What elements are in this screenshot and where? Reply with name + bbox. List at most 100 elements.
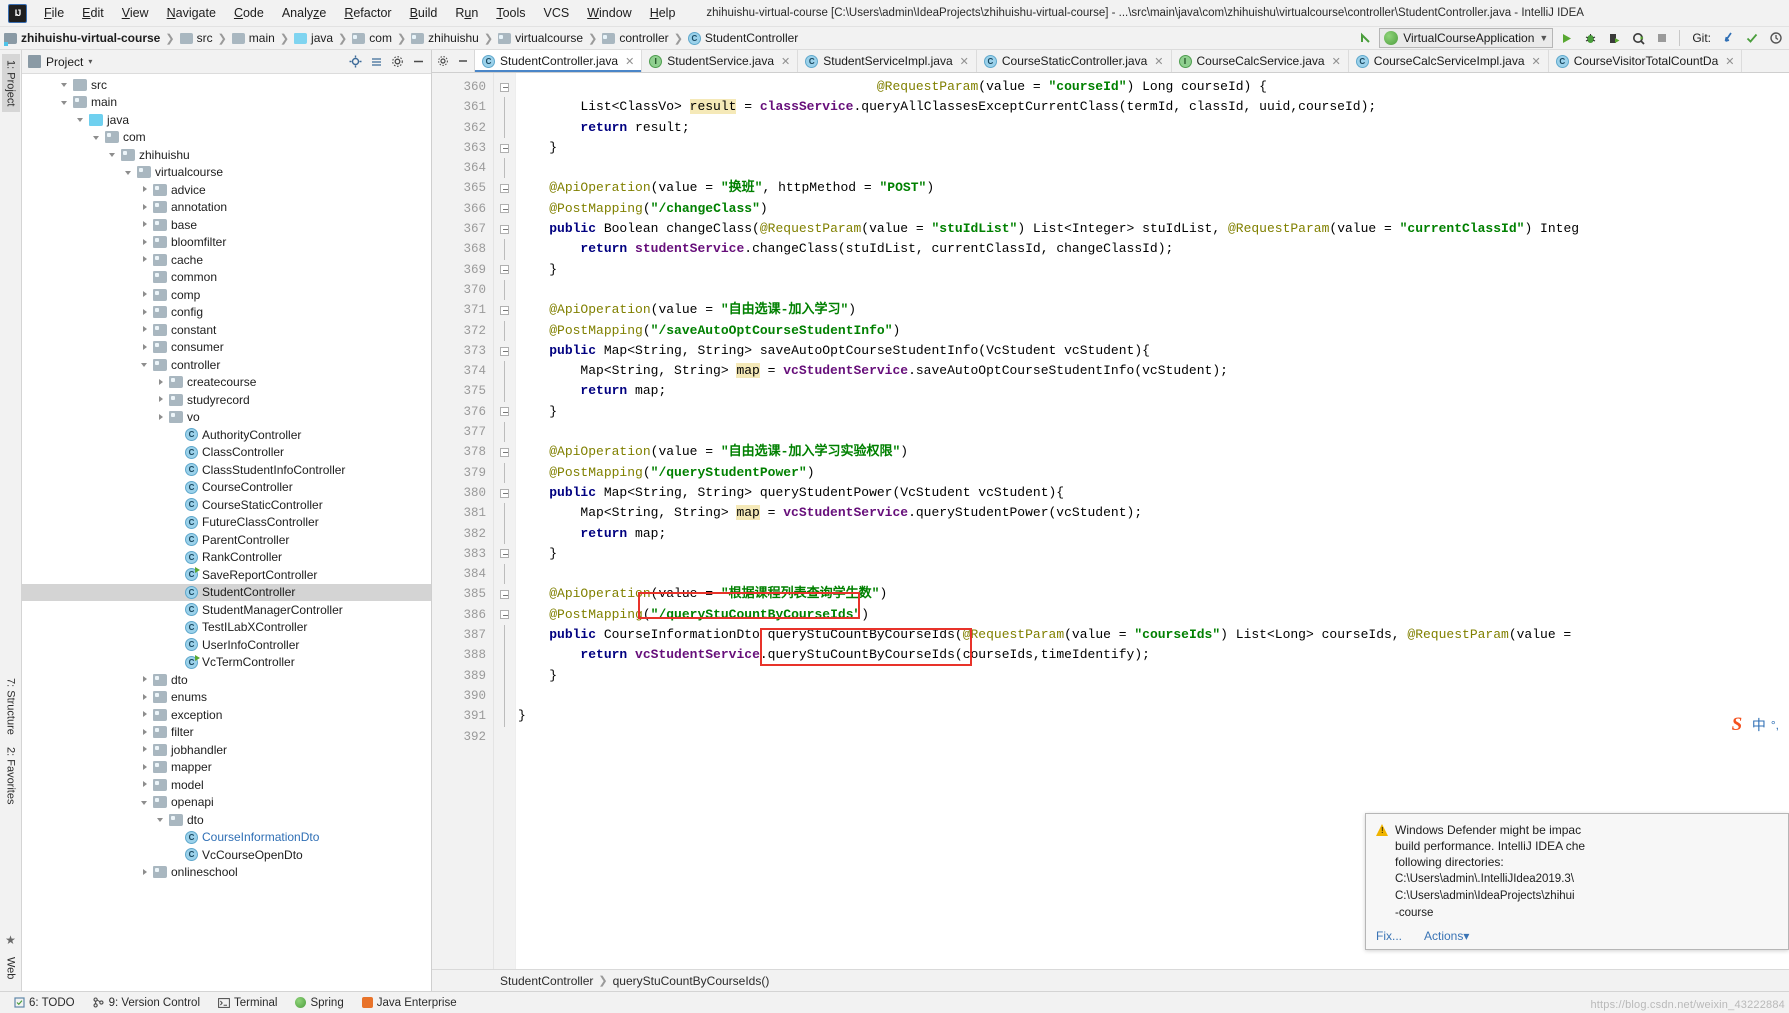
chevron-right-icon[interactable] (140, 219, 151, 230)
code-line[interactable]: } (516, 260, 1789, 280)
code-line[interactable]: return map; (516, 524, 1789, 544)
fold-marker[interactable] (494, 402, 515, 422)
chevron-right-icon[interactable] (140, 727, 151, 738)
status-spring[interactable]: Spring (286, 997, 352, 1009)
tree-item-studentmanagercontroller[interactable]: StudentManagerController (22, 601, 431, 619)
tree-item-savereportcontroller[interactable]: SaveReportController (22, 566, 431, 584)
breadcrumb-com[interactable]: com (352, 31, 392, 45)
chevron-right-icon[interactable] (140, 202, 151, 213)
code-line[interactable] (516, 686, 1789, 706)
chevron-right-icon[interactable] (140, 184, 151, 195)
fold-collapse-icon[interactable] (500, 610, 509, 620)
fold-collapse-icon[interactable] (500, 447, 509, 457)
fold-collapse-icon[interactable] (500, 82, 509, 92)
settings-gear-icon[interactable] (435, 53, 451, 69)
tree-item-authoritycontroller[interactable]: AuthorityController (22, 426, 431, 444)
ime-mode-label[interactable]: 中 (1752, 715, 1766, 735)
tree-item-classstudentinfocontroller[interactable]: ClassStudentInfoController (22, 461, 431, 479)
chevron-right-icon[interactable] (140, 762, 151, 773)
code-line[interactable]: } (516, 402, 1789, 422)
chevron-down-icon[interactable] (124, 167, 135, 178)
status-terminal[interactable]: Terminal (209, 997, 286, 1009)
breadcrumb-virtualcourse[interactable]: virtualcourse (498, 31, 583, 45)
code-line[interactable]: } (516, 138, 1789, 158)
code-line[interactable]: return result; (516, 118, 1789, 138)
code-line[interactable]: public Boolean changeClass(@RequestParam… (516, 219, 1789, 239)
tree-item-openapi[interactable]: openapi (22, 794, 431, 812)
fold-marker[interactable] (494, 605, 515, 625)
tool-window-structure[interactable]: 7: Structure (2, 672, 20, 741)
menu-code[interactable]: Code (225, 3, 273, 23)
tree-item-jobhandler[interactable]: jobhandler (22, 741, 431, 759)
tree-item-controller[interactable]: controller (22, 356, 431, 374)
hide-editor-icon[interactable] (455, 53, 471, 69)
close-icon[interactable]: ✕ (781, 55, 790, 68)
fold-marker[interactable] (494, 178, 515, 198)
locate-icon[interactable] (346, 53, 364, 71)
editor-tab-coursestaticcontroller[interactable]: CourseStaticController.java ✕ (976, 50, 1172, 72)
tree-item-base[interactable]: base (22, 216, 431, 234)
tree-item-enums[interactable]: enums (22, 689, 431, 707)
code-line[interactable] (516, 280, 1789, 300)
fold-marker[interactable] (494, 584, 515, 604)
editor-tab-coursecalcservice[interactable]: CourseCalcService.java ✕ (1171, 50, 1349, 72)
close-icon[interactable]: ✕ (1532, 55, 1541, 68)
close-icon[interactable]: ✕ (960, 55, 969, 68)
code-line[interactable]: @ApiOperation(value = "根据课程列表查询学生数") (516, 584, 1789, 604)
profile-icon[interactable] (1627, 28, 1649, 48)
fold-collapse-icon[interactable] (500, 590, 509, 600)
tree-item-java[interactable]: java (22, 111, 431, 129)
menu-analyze[interactable]: Analyze (273, 3, 335, 23)
tree-item-com[interactable]: com (22, 129, 431, 147)
code-line[interactable]: return studentService.changeClass(stuIdL… (516, 239, 1789, 259)
chevron-down-icon[interactable] (156, 814, 167, 825)
debug-icon[interactable] (1579, 28, 1601, 48)
chevron-right-icon[interactable] (140, 289, 151, 300)
chevron-right-icon[interactable] (156, 394, 167, 405)
fold-marker[interactable] (494, 77, 515, 97)
notification-balloon[interactable]: Windows Defender might be impac build pe… (1365, 813, 1789, 950)
tree-item-coursecontroller[interactable]: CourseController (22, 479, 431, 497)
editor-tab-studentcontroller[interactable]: StudentController.java ✕ (475, 50, 643, 72)
chevron-right-icon[interactable] (140, 237, 151, 248)
vcs-commit-icon[interactable] (1741, 28, 1763, 48)
tree-item-vctermcontroller[interactable]: VcTermController (22, 654, 431, 672)
close-icon[interactable]: ✕ (1725, 55, 1734, 68)
tree-item-constant[interactable]: constant (22, 321, 431, 339)
chevron-right-icon[interactable] (140, 867, 151, 878)
code-line[interactable]: Map<String, String> map = vcStudentServi… (516, 503, 1789, 523)
code-line[interactable]: } (516, 706, 1789, 726)
breadcrumb-studentcontroller[interactable]: StudentController (687, 31, 798, 45)
code-line[interactable]: } (516, 544, 1789, 564)
code-line[interactable]: @RequestParam(value = "courseId") Long c… (516, 77, 1789, 97)
balloon-fix-link[interactable]: Fix... (1376, 929, 1402, 943)
ime-punctuation-label[interactable]: °, (1771, 718, 1779, 732)
code-line[interactable] (516, 158, 1789, 178)
fold-collapse-icon[interactable] (500, 488, 509, 498)
menu-navigate[interactable]: Navigate (158, 3, 225, 23)
back-arrow-icon[interactable] (1355, 28, 1377, 48)
breadcrumb-class[interactable]: StudentController (500, 974, 593, 988)
tree-item-testilabxcontroller[interactable]: TestILabXController (22, 619, 431, 637)
tool-window-project[interactable]: 1: Project (1, 54, 20, 113)
project-tree[interactable]: src main java com zhihuishu virtualcourse advi… (22, 74, 431, 991)
tree-item-parentcontroller[interactable]: ParentController (22, 531, 431, 549)
breadcrumb-zhihuishu[interactable]: zhihuishu (411, 31, 479, 45)
menu-help[interactable]: Help (641, 3, 685, 23)
tree-item-zhihuishu[interactable]: zhihuishu (22, 146, 431, 164)
fold-collapse-icon[interactable] (500, 184, 509, 194)
fold-collapse-icon[interactable] (500, 204, 509, 214)
menu-run[interactable]: Run (446, 3, 487, 23)
fold-marker[interactable] (494, 544, 515, 564)
fold-collapse-icon[interactable] (500, 346, 509, 356)
code-line[interactable]: List<ClassVo> result = classService.quer… (516, 97, 1789, 117)
code-line[interactable]: public Map<String, String> saveAutoOptCo… (516, 341, 1789, 361)
tree-item-coursestaticcontroller[interactable]: CourseStaticController (22, 496, 431, 514)
code-line[interactable] (516, 564, 1789, 584)
code-line[interactable] (516, 727, 1789, 747)
tree-item-model[interactable]: model (22, 776, 431, 794)
editor-tab-studentserviceimpl[interactable]: StudentServiceImpl.java ✕ (798, 50, 977, 72)
close-icon[interactable]: ✕ (625, 55, 634, 68)
code-line[interactable]: Map<String, String> map = vcStudentServi… (516, 361, 1789, 381)
code-editor[interactable]: 360 361 362 363 364 365 366 367 368 369 370 371 372 3… (432, 73, 1789, 969)
